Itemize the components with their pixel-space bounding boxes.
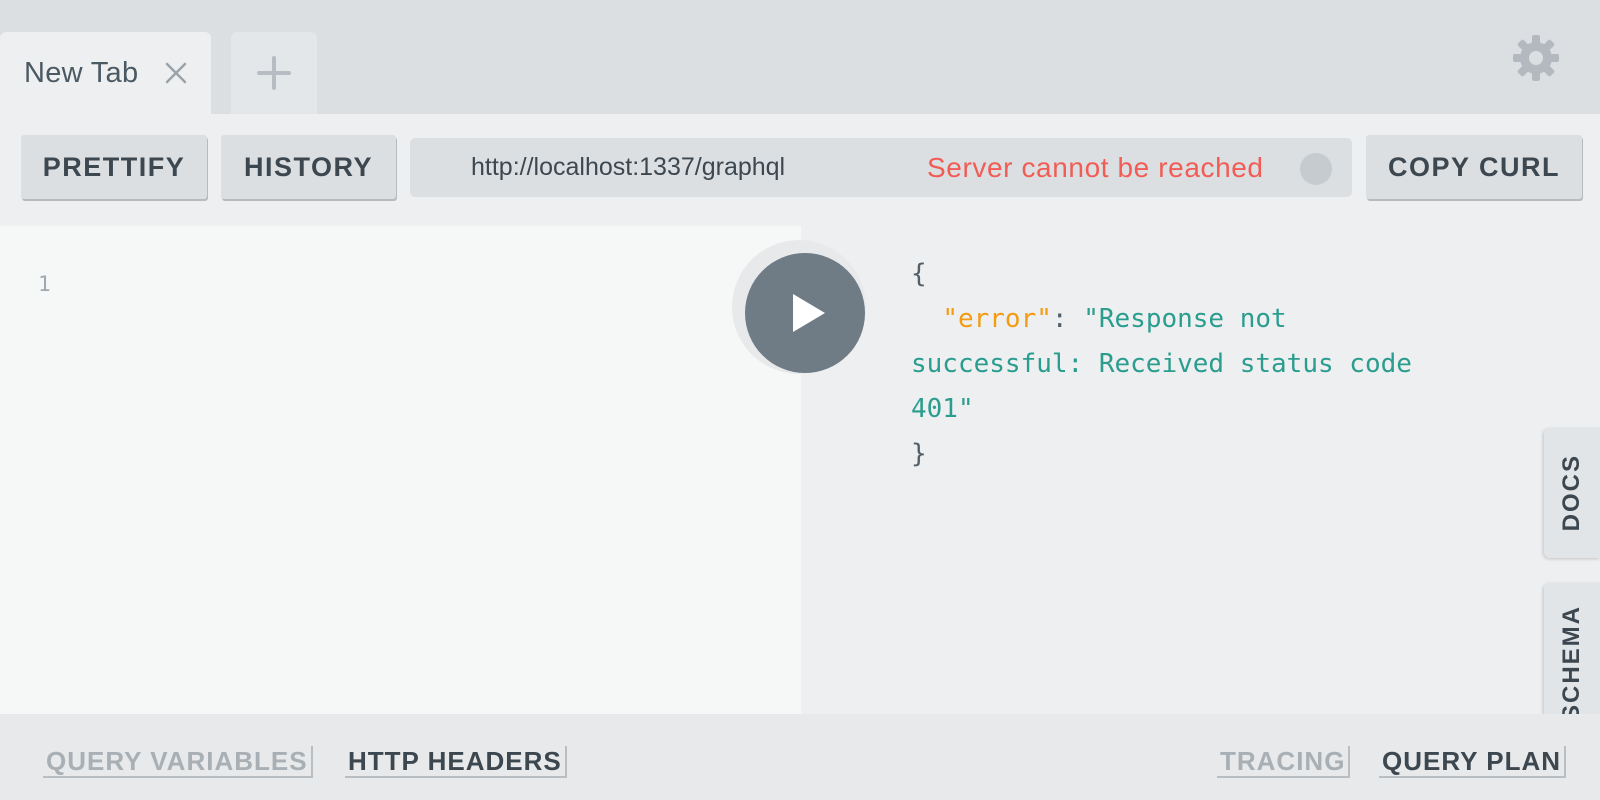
json-colon: : bbox=[1051, 304, 1084, 334]
add-tab-button[interactable] bbox=[231, 32, 317, 114]
http-headers-tab[interactable]: HTTP HEADERS bbox=[345, 746, 567, 778]
copy-curl-button[interactable]: COPY CURL bbox=[1366, 135, 1582, 199]
tracing-tab[interactable]: TRACING bbox=[1217, 746, 1351, 778]
run-query-button[interactable] bbox=[745, 253, 865, 373]
tab-new-tab[interactable]: New Tab bbox=[0, 32, 211, 114]
query-variables-tab[interactable]: QUERY VARIABLES bbox=[43, 746, 313, 778]
result-json: { "error": "Response not successful: Rec… bbox=[911, 252, 1431, 477]
endpoint-url[interactable]: http://localhost:1337/graphql bbox=[471, 138, 785, 197]
play-icon bbox=[793, 294, 825, 332]
plus-icon bbox=[257, 56, 291, 90]
schema-label: SCHEMA bbox=[1558, 605, 1585, 722]
line-number: 1 bbox=[38, 272, 51, 296]
history-button[interactable]: HISTORY bbox=[221, 135, 396, 199]
query-editor[interactable]: 1 bbox=[0, 226, 801, 714]
toolbar: PRETTIFY HISTORY http://localhost:1337/g… bbox=[0, 114, 1600, 226]
prettify-button[interactable]: PRETTIFY bbox=[21, 135, 207, 199]
bottom-panel-bar: QUERY VARIABLES HTTP HEADERS TRACING QUE… bbox=[0, 714, 1600, 800]
tab-title: New Tab bbox=[24, 56, 139, 89]
server-status-indicator bbox=[1300, 153, 1332, 185]
docs-label: DOCS bbox=[1558, 454, 1585, 532]
tab-bar: New Tab bbox=[0, 0, 1600, 114]
json-key: "error" bbox=[942, 304, 1052, 334]
docs-side-tab[interactable]: DOCS bbox=[1544, 428, 1600, 558]
endpoint-url-bar[interactable]: http://localhost:1337/graphql Server can… bbox=[410, 138, 1352, 197]
query-plan-tab[interactable]: QUERY PLAN bbox=[1379, 746, 1567, 778]
json-open-brace: { bbox=[911, 259, 927, 289]
close-icon[interactable] bbox=[162, 59, 190, 87]
server-status-text: Server cannot be reached bbox=[927, 152, 1264, 183]
gear-icon[interactable] bbox=[1512, 34, 1560, 82]
json-close-brace: } bbox=[911, 439, 927, 469]
